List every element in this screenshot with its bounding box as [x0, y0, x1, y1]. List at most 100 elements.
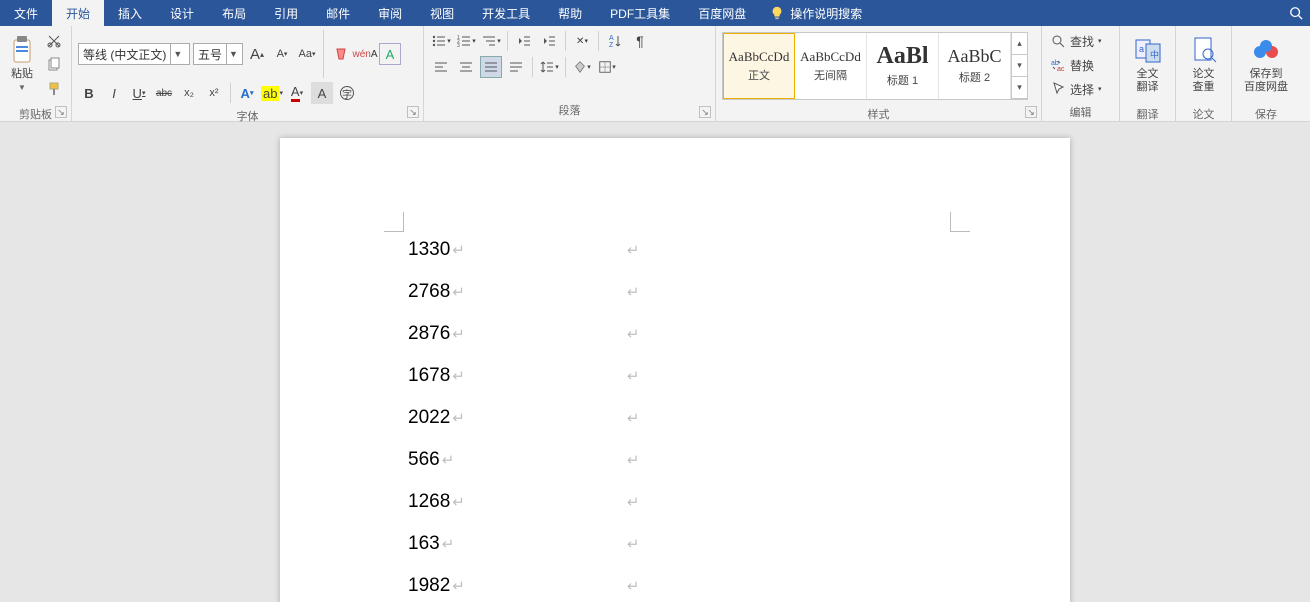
- tab-devtools[interactable]: 开发工具: [468, 0, 544, 26]
- save-to-netdisk-button[interactable]: 保存到 百度网盘: [1238, 30, 1294, 102]
- multilevel-list-button[interactable]: ▾: [480, 30, 502, 52]
- text-line[interactable]: ↵: [625, 238, 640, 262]
- select-button[interactable]: 选择▾: [1048, 78, 1104, 100]
- search-icon[interactable]: [1282, 0, 1310, 26]
- bullets-button[interactable]: ▾: [430, 30, 452, 52]
- return-mark-icon: ↵: [452, 283, 465, 301]
- text-line[interactable]: ↵: [625, 406, 640, 430]
- enclose-characters-button[interactable]: 字: [336, 82, 358, 104]
- font-size-combo[interactable]: 五号▼: [193, 43, 243, 65]
- text-line[interactable]: ↵: [625, 532, 640, 556]
- gallery-up-button[interactable]: ▴: [1012, 33, 1027, 55]
- tab-pdf-tools[interactable]: PDF工具集: [596, 0, 684, 26]
- paste-button[interactable]: 粘贴 ▼: [6, 30, 38, 102]
- search-icon: [1050, 33, 1066, 49]
- document-area[interactable]: 1330↵ 2768↵ 2876↵ 1678↵ 2022↵ 566↵ 1268↵ 163↵ 19…: [0, 122, 1310, 602]
- page[interactable]: 1330↵ 2768↵ 2876↵ 1678↵ 2022↵ 566↵ 1268↵ 163↵ 19…: [280, 138, 1070, 602]
- superscript-button[interactable]: x²: [203, 82, 225, 104]
- tab-mailings[interactable]: 邮件: [312, 0, 364, 26]
- underline-button[interactable]: U▾: [128, 82, 150, 104]
- character-border-button[interactable]: A: [379, 43, 401, 65]
- tab-file[interactable]: 文件: [0, 0, 52, 26]
- text-line[interactable]: 2768↵: [408, 280, 465, 304]
- cut-button[interactable]: [42, 30, 66, 52]
- text-line[interactable]: 2876↵: [408, 322, 465, 346]
- group-font: 等线 (中文正文)▼ 五号▼ A▴ A▾ Aa▾ wénA A B I: [72, 26, 424, 121]
- thesis-check-button[interactable]: 论文 查重: [1182, 30, 1225, 102]
- text-line[interactable]: 1330↵: [408, 238, 465, 262]
- text-line[interactable]: ↵: [625, 364, 640, 388]
- gallery-more-button[interactable]: ▾: [1012, 77, 1027, 99]
- style-no-spacing[interactable]: AaBbCcDd 无间隔: [795, 33, 867, 99]
- tab-insert[interactable]: 插入: [104, 0, 156, 26]
- text-line[interactable]: ↵: [625, 574, 640, 598]
- highlight-button[interactable]: ab▾: [261, 82, 283, 104]
- italic-button[interactable]: I: [103, 82, 125, 104]
- align-center-button[interactable]: [455, 56, 477, 78]
- character-shading-button[interactable]: A: [311, 82, 333, 104]
- distribute-button[interactable]: [505, 56, 527, 78]
- group-translate: a中 全文 翻译 翻译: [1120, 26, 1176, 121]
- tab-baidu-netdisk[interactable]: 百度网盘: [684, 0, 760, 26]
- format-painter-button[interactable]: [42, 78, 66, 100]
- numbering-button[interactable]: 123▾: [455, 30, 477, 52]
- style-normal[interactable]: AaBbCcDd 正文: [723, 33, 795, 99]
- tab-design[interactable]: 设计: [156, 0, 208, 26]
- text-line[interactable]: 1678↵: [408, 364, 465, 388]
- text-line[interactable]: ↵: [625, 490, 640, 514]
- increase-indent-button[interactable]: [538, 30, 560, 52]
- full-translate-button[interactable]: a中 全文 翻译: [1126, 30, 1169, 102]
- lightbulb-icon: [770, 6, 784, 20]
- svg-text:a: a: [1139, 44, 1144, 54]
- font-launcher[interactable]: ↘: [407, 106, 419, 118]
- bold-button[interactable]: B: [78, 82, 100, 104]
- text-line[interactable]: 1268↵: [408, 490, 465, 514]
- clipboard-icon: [6, 34, 38, 66]
- paragraph-launcher[interactable]: ↘: [699, 106, 711, 118]
- clipboard-launcher[interactable]: ↘: [55, 106, 67, 118]
- text-line[interactable]: 163↵: [408, 532, 465, 556]
- tab-home[interactable]: 开始: [52, 0, 104, 26]
- copy-button[interactable]: [42, 54, 66, 76]
- text-line[interactable]: 2022↵: [408, 406, 465, 430]
- tab-references[interactable]: 引用: [260, 0, 312, 26]
- borders-button[interactable]: ▾: [596, 56, 618, 78]
- grow-font-button[interactable]: A▴: [246, 43, 268, 65]
- tab-view[interactable]: 视图: [416, 0, 468, 26]
- align-justify-button[interactable]: [480, 56, 502, 78]
- tab-help[interactable]: 帮助: [544, 0, 596, 26]
- decrease-indent-button[interactable]: [513, 30, 535, 52]
- font-color-button[interactable]: A▾: [286, 82, 308, 104]
- style-heading1[interactable]: AaBl 标题 1: [867, 33, 939, 99]
- asian-layout-button[interactable]: ✕▾: [571, 30, 593, 52]
- line-spacing-button[interactable]: ▾: [538, 56, 560, 78]
- show-marks-button[interactable]: ¶: [629, 30, 651, 52]
- align-left-button[interactable]: [430, 56, 452, 78]
- tab-review[interactable]: 审阅: [364, 0, 416, 26]
- return-mark-icon: ↵: [627, 451, 640, 469]
- tab-layout[interactable]: 布局: [208, 0, 260, 26]
- replace-button[interactable]: abac 替换: [1048, 54, 1104, 76]
- text-line[interactable]: ↵: [625, 448, 640, 472]
- shading-button[interactable]: ▾: [571, 56, 593, 78]
- tell-me-search[interactable]: 操作说明搜索: [760, 0, 872, 26]
- style-heading2[interactable]: AaBbC 标题 2: [939, 33, 1011, 99]
- text-line[interactable]: 566↵: [408, 448, 465, 472]
- return-mark-icon: ↵: [452, 409, 465, 427]
- change-case-button[interactable]: Aa▾: [296, 43, 318, 65]
- find-button[interactable]: 查找▾: [1048, 30, 1104, 52]
- text-line[interactable]: 1982↵: [408, 574, 465, 598]
- clear-formatting-button[interactable]: [329, 43, 351, 65]
- shrink-font-button[interactable]: A▾: [271, 43, 293, 65]
- phonetic-guide-button[interactable]: wénA: [354, 43, 376, 65]
- text-line[interactable]: ↵: [625, 280, 640, 304]
- subscript-button[interactable]: x₂: [178, 82, 200, 104]
- gallery-down-button[interactable]: ▾: [1012, 55, 1027, 77]
- sort-button[interactable]: AZ: [604, 30, 626, 52]
- strikethrough-button[interactable]: abc: [153, 82, 175, 104]
- styles-launcher[interactable]: ↘: [1025, 106, 1037, 118]
- text-line[interactable]: ↵: [625, 322, 640, 346]
- text-effects-button[interactable]: A▾: [236, 82, 258, 104]
- font-name-combo[interactable]: 等线 (中文正文)▼: [78, 43, 190, 65]
- group-paragraph: ▾ 123▾ ▾ ✕▾ AZ ¶: [424, 26, 716, 121]
